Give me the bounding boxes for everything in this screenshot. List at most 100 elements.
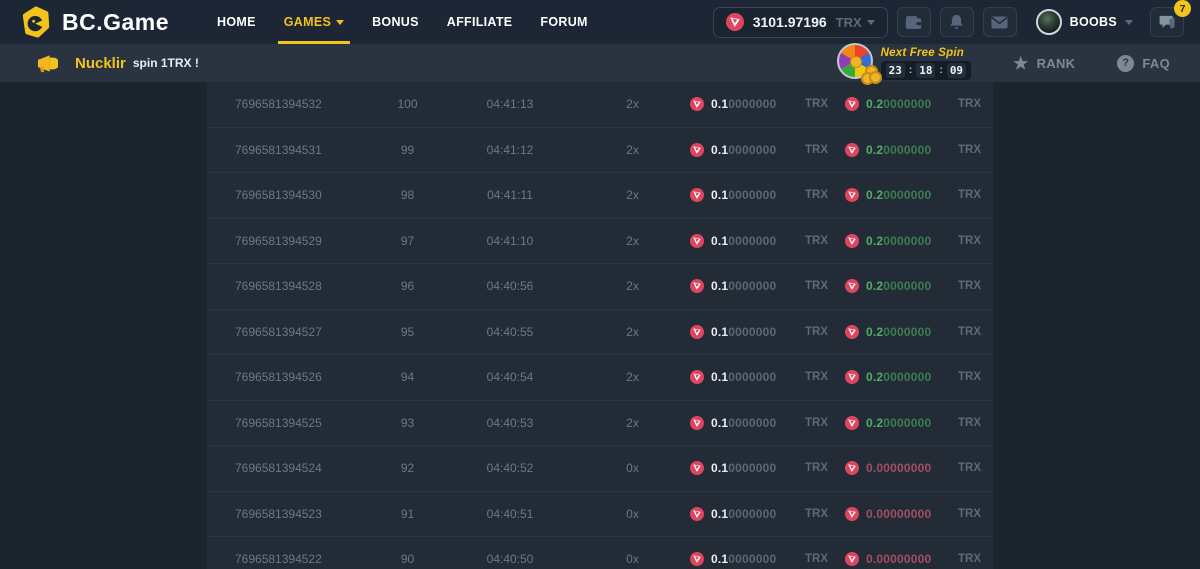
bet-time: 04:41:10 (445, 234, 575, 248)
nav-item-bonus[interactable]: BONUS (358, 0, 433, 44)
payout-currency: TRX (958, 235, 993, 247)
bet-id: 7696581394522 (235, 552, 370, 566)
timer-minutes: 18 (916, 63, 935, 78)
payout-amount: 0.20000000 (866, 370, 931, 384)
announcement-bar: Nucklir spin 1TRX ! Next Free Spin 23 : … (0, 44, 1200, 82)
chevron-down-icon (1125, 20, 1133, 25)
chat-button[interactable]: 7 (1150, 7, 1184, 37)
bet-amount-cell: 0.10000000 (690, 188, 805, 202)
mail-icon (991, 16, 1008, 29)
bet-id: 7696581394525 (235, 416, 370, 430)
timer-seconds: 09 (947, 63, 966, 78)
announcement-link[interactable]: Nucklir spin 1TRX ! (36, 54, 199, 73)
bet-time: 04:40:52 (445, 461, 575, 475)
bets-table: 7696581394532 100 04:41:13 2x 0.10000000… (207, 82, 993, 569)
bet-amount: 0.10000000 (711, 143, 776, 157)
bet-amount: 0.10000000 (711, 325, 776, 339)
free-spin-widget[interactable]: Next Free Spin 23 : 18 : 09 (837, 45, 971, 81)
trx-coin-icon (690, 188, 704, 202)
payout-amount: 0.20000000 (866, 143, 931, 157)
table-row[interactable]: 7696581394529 97 04:41:10 2x 0.10000000 … (207, 219, 993, 265)
multiplier-value: 2x (575, 370, 690, 384)
nav-item-games[interactable]: GAMES (270, 0, 358, 44)
payout-amount-cell: 0.20000000 (845, 416, 958, 430)
trx-coin-icon (845, 188, 859, 202)
bet-id: 7696581394527 (235, 325, 370, 339)
trx-coin-icon (845, 370, 859, 384)
trx-coin-icon (845, 234, 859, 248)
bet-amount-cell: 0.10000000 (690, 416, 805, 430)
table-row[interactable]: 7696581394525 93 04:40:53 2x 0.10000000 … (207, 401, 993, 447)
bet-amount: 0.10000000 (711, 97, 776, 111)
round-number: 90 (370, 552, 445, 566)
round-number: 99 (370, 143, 445, 157)
bet-currency: TRX (805, 280, 845, 292)
wallet-button[interactable] (897, 7, 931, 37)
bet-amount-cell: 0.10000000 (690, 143, 805, 157)
bet-amount-cell: 0.10000000 (690, 325, 805, 339)
question-mark-icon: ? (1117, 55, 1134, 72)
table-row[interactable]: 7696581394522 90 04:40:50 0x 0.10000000 … (207, 537, 993, 569)
bet-time: 04:40:50 (445, 552, 575, 566)
trx-coin-icon (845, 461, 859, 475)
payout-currency: TRX (958, 280, 993, 292)
payout-currency: TRX (958, 462, 993, 474)
user-menu[interactable]: BOOBS (1036, 9, 1133, 35)
trx-coin-icon (726, 13, 744, 31)
bet-id: 7696581394532 (235, 97, 370, 111)
announcement-text: spin 1TRX ! (133, 56, 199, 70)
notifications-button[interactable] (940, 7, 974, 37)
faq-button[interactable]: ? FAQ (1117, 55, 1170, 72)
bet-currency: TRX (805, 235, 845, 247)
bet-amount: 0.10000000 (711, 234, 776, 248)
multiplier-value: 2x (575, 188, 690, 202)
table-row[interactable]: 7696581394530 98 04:41:11 2x 0.10000000 … (207, 173, 993, 219)
bet-amount: 0.10000000 (711, 416, 776, 430)
bet-time: 04:40:55 (445, 325, 575, 339)
logo-text: BC.Game (62, 9, 169, 36)
table-row[interactable]: 7696581394526 94 04:40:54 2x 0.10000000 … (207, 355, 993, 401)
username: BOOBS (1070, 15, 1117, 29)
round-number: 95 (370, 325, 445, 339)
payout-amount-cell: 0.20000000 (845, 234, 958, 248)
table-row[interactable]: 7696581394524 92 04:40:52 0x 0.10000000 … (207, 446, 993, 492)
nav-item-affiliate[interactable]: AFFILIATE (433, 0, 527, 44)
payout-amount-cell: 0.20000000 (845, 279, 958, 293)
round-number: 93 (370, 416, 445, 430)
nav-item-forum[interactable]: FORUM (526, 0, 601, 44)
trx-coin-icon (845, 143, 859, 157)
multiplier-value: 2x (575, 97, 690, 111)
spin-wheel-icon (837, 43, 875, 81)
spin-countdown-timer: 23 : 18 : 09 (881, 61, 971, 80)
bet-id: 7696581394523 (235, 507, 370, 521)
table-row[interactable]: 7696581394527 95 04:40:55 2x 0.10000000 … (207, 310, 993, 356)
bet-time: 04:40:53 (445, 416, 575, 430)
table-row[interactable]: 7696581394528 96 04:40:56 2x 0.10000000 … (207, 264, 993, 310)
main-nav: HOME GAMES BONUS AFFILIATE FORUM (203, 0, 602, 44)
bet-amount-cell: 0.10000000 (690, 279, 805, 293)
payout-amount: 0.20000000 (866, 188, 931, 202)
trx-coin-icon (845, 279, 859, 293)
round-number: 91 (370, 507, 445, 521)
bet-time: 04:41:11 (445, 188, 575, 202)
bet-amount: 0.10000000 (711, 507, 776, 521)
bcgame-logo[interactable]: BC.Game (20, 6, 169, 38)
balance-selector[interactable]: 3101.97196 TRX (713, 7, 888, 38)
nav-item-home[interactable]: HOME (203, 0, 270, 44)
table-row[interactable]: 7696581394523 91 04:40:51 0x 0.10000000 … (207, 492, 993, 538)
multiplier-value: 0x (575, 461, 690, 475)
table-row[interactable]: 7696581394531 99 04:41:12 2x 0.10000000 … (207, 128, 993, 174)
nav-right: 3101.97196 TRX (713, 7, 1184, 38)
payout-amount-cell: 0.20000000 (845, 325, 958, 339)
payout-amount-cell: 0.00000000 (845, 507, 958, 521)
bet-currency: TRX (805, 508, 845, 520)
rank-button[interactable]: ★ RANK (1013, 55, 1075, 72)
bet-currency: TRX (805, 417, 845, 429)
bet-amount-cell: 0.10000000 (690, 370, 805, 384)
payout-currency: TRX (958, 553, 993, 565)
table-row[interactable]: 7696581394532 100 04:41:13 2x 0.10000000… (207, 82, 993, 128)
chevron-down-icon (867, 20, 875, 25)
messages-button[interactable] (983, 7, 1017, 37)
trx-coin-icon (690, 461, 704, 475)
multiplier-value: 2x (575, 143, 690, 157)
